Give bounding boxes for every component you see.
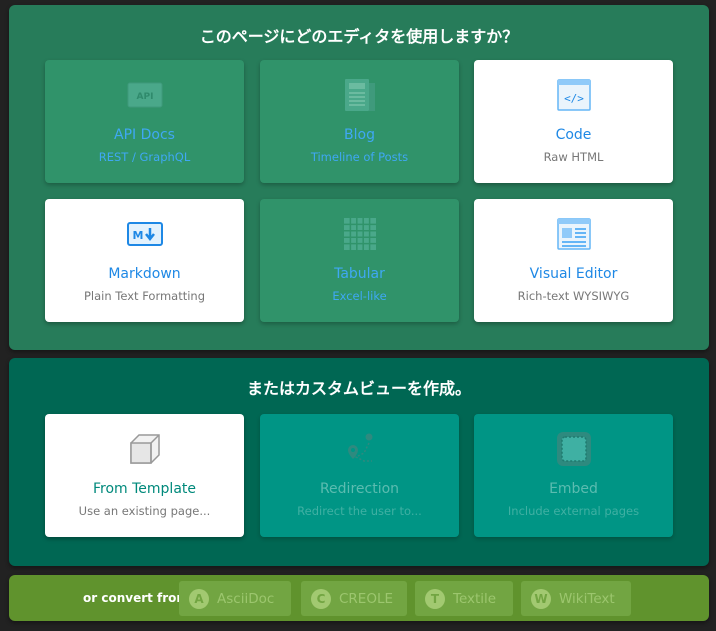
editor-card-subtitle: Plain Text Formatting [83,289,206,303]
editor-card-title: Visual Editor [529,266,618,282]
editor-card-api-docs[interactable]: API API Docs REST / GraphQL [45,60,244,183]
textile-icon: T [425,588,445,609]
editor-selection-panel: このページにどのエディタを使用しますか？ API API Docs REST /… [9,5,709,350]
cube-icon [127,431,163,467]
convert-format-label: CREOLE [339,590,394,607]
svg-text:M: M [132,229,143,242]
blog-icon [342,77,378,113]
convert-from-label: or convert from [83,591,189,605]
editor-card-code[interactable]: </> Code Raw HTML [474,60,673,183]
api-icon: API [127,77,163,113]
asciidoc-icon: A [189,588,209,609]
convert-format-label: WikiText [559,590,615,607]
editor-card-subtitle: REST / GraphQL [98,150,191,164]
editor-card-subtitle: Timeline of Posts [310,150,409,164]
custom-card-title: Embed [549,481,598,497]
editor-card-title: Tabular [334,266,385,282]
convert-asciidoc-button[interactable]: A AsciiDoc [179,581,291,616]
custom-view-title: またはカスタムビューを作成。 [246,379,471,398]
route-icon [342,431,378,467]
custom-card-title: From Template [92,481,197,497]
editor-card-subtitle: Excel-like [332,289,387,303]
custom-card-from-template[interactable]: From Template Use an existing page... [45,414,244,537]
custom-card-redirection[interactable]: Redirection Redirect the user to... [260,414,459,537]
custom-card-embed[interactable]: Embed Include external pages [474,414,673,537]
editor-card-title: Code [555,127,592,143]
editor-card-subtitle: Raw HTML [543,150,604,164]
convert-wikitext-button[interactable]: W WikiText [521,581,631,616]
convert-format-label: Textile [453,590,497,607]
custom-card-subtitle: Include external pages [507,504,640,518]
embed-icon [556,431,592,467]
visual-editor-icon [556,216,592,252]
code-icon: </> [556,77,592,113]
editor-question-title: このページにどのエディタを使用しますか？ [199,27,519,46]
table-icon [342,216,378,252]
custom-view-panel: またはカスタムビューを作成。 From Template Use an exis… [9,358,709,566]
editor-card-visual-editor[interactable]: Visual Editor Rich-text WYSIWYG [474,199,673,322]
svg-text:</>: </> [564,92,584,105]
creole-icon: C [311,588,331,609]
convert-from-panel: or convert from A AsciiDoc C CREOLE T Te… [9,575,709,621]
editor-card-tabular[interactable]: Tabular Excel-like [260,199,459,322]
wikitext-icon: W [531,588,551,609]
editor-card-title: Markdown [108,266,181,282]
editor-card-blog[interactable]: Blog Timeline of Posts [260,60,459,183]
custom-card-subtitle: Use an existing page... [78,504,211,518]
editor-card-subtitle: Rich-text WYSIWYG [517,289,630,303]
convert-format-label: AsciiDoc [217,590,275,607]
svg-text:API: API [136,92,153,102]
custom-card-title: Redirection [319,481,400,497]
editor-card-title: Blog [344,127,375,143]
custom-card-subtitle: Redirect the user to... [297,504,422,518]
convert-creole-button[interactable]: C CREOLE [301,581,407,616]
editor-card-title: API Docs [114,127,175,143]
markdown-icon: M [126,216,163,252]
editor-card-markdown[interactable]: M Markdown Plain Text Formatting [45,199,244,322]
convert-textile-button[interactable]: T Textile [415,581,513,616]
